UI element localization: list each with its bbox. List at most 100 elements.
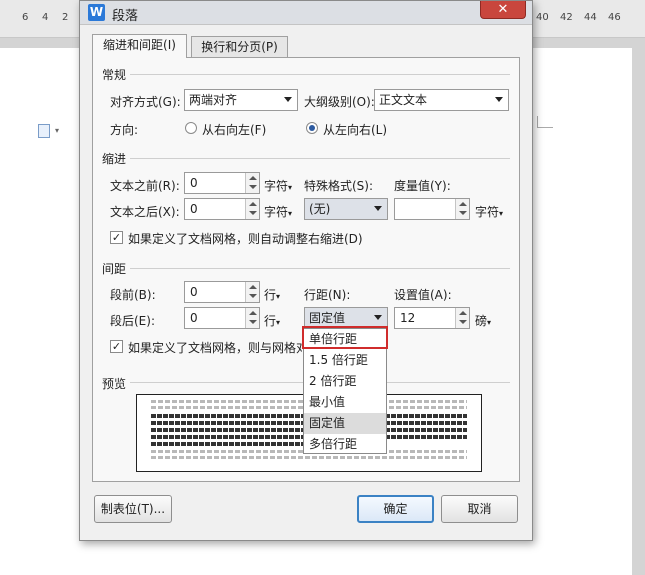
setting-value: 12	[400, 311, 416, 325]
spinner-buttons[interactable]	[455, 308, 469, 328]
paragraph-dialog: W 段落 ✕ 缩进和间距(I) 换行和分页(P) 常规 对齐方式(G): 两端对…	[79, 0, 533, 541]
chevron-down-icon[interactable]: ▾	[55, 126, 59, 135]
space-before-value: 0	[190, 285, 198, 299]
close-button[interactable]: ✕	[480, 1, 526, 19]
indent-before-label: 文本之前(R):	[110, 179, 180, 193]
space-after-label: 段后(E):	[110, 314, 155, 328]
wps-writer-icon: W	[88, 4, 105, 21]
line-spacing-label: 行距(N):	[304, 288, 351, 302]
setting-value-unit[interactable]: 磅▾	[475, 312, 491, 329]
dialog-titlebar[interactable]: W 段落 ✕	[80, 1, 532, 25]
option-exactly[interactable]: 固定值	[304, 413, 386, 434]
rtl-radio[interactable]	[185, 122, 197, 134]
section-divider	[130, 74, 510, 75]
ruler-number: 6	[22, 12, 29, 23]
unit-text: 行	[264, 288, 277, 302]
ok-button[interactable]: 确定	[357, 495, 434, 523]
chevron-down-icon	[495, 97, 503, 102]
chevron-down-icon: ▾	[487, 318, 492, 327]
unit-text: 字符	[264, 205, 289, 219]
chevron-down-icon	[284, 97, 292, 102]
measure-label: 度量值(Y):	[394, 179, 451, 193]
section-heading-spacing: 间距	[102, 262, 127, 276]
highlight-box	[302, 326, 388, 349]
unit-text: 字符	[475, 205, 500, 219]
ruler-number: 44	[584, 12, 597, 23]
preview-line	[151, 456, 467, 459]
section-heading-preview: 预览	[102, 377, 127, 391]
option-multiple[interactable]: 多倍行距	[304, 434, 386, 455]
outline-level-select[interactable]: 正文文本	[374, 89, 509, 111]
spinner-buttons[interactable]	[245, 199, 259, 219]
chevron-down-icon: ▾	[288, 183, 293, 192]
indent-after-unit[interactable]: 字符▾	[264, 203, 292, 220]
space-after-unit[interactable]: 行▾	[264, 312, 280, 329]
special-format-label: 特殊格式(S):	[304, 179, 374, 193]
tab-stops-button[interactable]: 制表位(T)...	[94, 495, 172, 523]
section-heading-indent: 缩进	[102, 152, 127, 166]
ruler-number: 46	[608, 12, 621, 23]
option-double[interactable]: 2 倍行距	[304, 371, 386, 392]
spinner-buttons[interactable]	[245, 308, 259, 328]
chevron-down-icon: ▾	[276, 318, 281, 327]
ruler-number: 42	[560, 12, 573, 23]
snap-to-grid-label[interactable]: 如果定义了文档网格，则与网格对	[128, 339, 308, 356]
setting-value-input[interactable]: 12	[394, 307, 470, 329]
tab-indent-spacing[interactable]: 缩进和间距(I)	[92, 34, 187, 58]
dialog-title: 段落	[112, 9, 139, 24]
ltr-radio-label[interactable]: 从左向右(L)	[323, 121, 387, 138]
indent-after-input[interactable]: 0	[184, 198, 260, 220]
outline-level-label: 大纲级别(O):	[304, 95, 375, 109]
alignment-select[interactable]: 两端对齐	[184, 89, 298, 111]
tab-label: 换行和分页(P)	[201, 40, 278, 54]
tab-label: 缩进和间距(I)	[103, 38, 176, 52]
chevron-down-icon	[374, 315, 382, 320]
option-one-point-five[interactable]: 1.5 倍行距	[304, 350, 386, 371]
indent-before-value: 0	[190, 176, 198, 190]
indent-before-unit[interactable]: 字符▾	[264, 177, 292, 194]
chevron-down-icon: ▾	[276, 292, 281, 301]
indent-after-value: 0	[190, 202, 198, 216]
tab-line-page-breaks[interactable]: 换行和分页(P)	[191, 36, 288, 58]
outline-level-value: 正文文本	[379, 93, 428, 107]
option-at-least[interactable]: 最小值	[304, 392, 386, 413]
alignment-label: 对齐方式(G):	[110, 95, 181, 109]
spinner-buttons[interactable]	[245, 282, 259, 302]
special-format-value: (无)	[309, 202, 331, 216]
measure-unit[interactable]: 字符▾	[475, 203, 503, 220]
space-before-unit[interactable]: 行▾	[264, 286, 280, 303]
section-divider	[130, 158, 510, 159]
auto-adjust-checkbox[interactable]: ✓	[110, 231, 123, 244]
indent-after-label: 文本之后(X):	[110, 205, 180, 219]
ruler-number: 40	[536, 12, 549, 23]
indent-before-input[interactable]: 0	[184, 172, 260, 194]
alignment-value: 两端对齐	[189, 93, 238, 107]
unit-text: 字符	[264, 179, 289, 193]
spinner-buttons[interactable]	[245, 173, 259, 193]
space-after-value: 0	[190, 311, 198, 325]
chevron-down-icon: ▾	[288, 209, 293, 218]
space-before-input[interactable]: 0	[184, 281, 260, 303]
space-after-input[interactable]: 0	[184, 307, 260, 329]
rtl-radio-label[interactable]: 从右向左(F)	[202, 121, 266, 138]
unit-text: 行	[264, 314, 277, 328]
ruler-number: 2	[62, 12, 69, 23]
cancel-button[interactable]: 取消	[441, 495, 518, 523]
setting-value-label: 设置值(A):	[394, 288, 452, 302]
ltr-radio[interactable]	[306, 122, 318, 134]
spinner-buttons[interactable]	[455, 199, 469, 219]
line-spacing-value: 固定值	[309, 311, 346, 325]
snap-to-grid-checkbox[interactable]: ✓	[110, 340, 123, 353]
unit-text: 磅	[475, 314, 488, 328]
paragraph-marker-icon[interactable]	[38, 124, 50, 138]
section-divider	[130, 268, 510, 269]
auto-adjust-label[interactable]: 如果定义了文档网格，则自动调整右缩进(D)	[128, 230, 363, 247]
measure-input[interactable]	[394, 198, 470, 220]
space-before-label: 段前(B):	[110, 288, 156, 302]
ruler-number: 4	[42, 12, 49, 23]
margin-corner-mark	[537, 116, 553, 128]
chevron-down-icon	[374, 206, 382, 211]
direction-label: 方向:	[110, 123, 139, 137]
chevron-down-icon: ▾	[499, 209, 504, 218]
special-format-select[interactable]: (无)	[304, 198, 388, 220]
